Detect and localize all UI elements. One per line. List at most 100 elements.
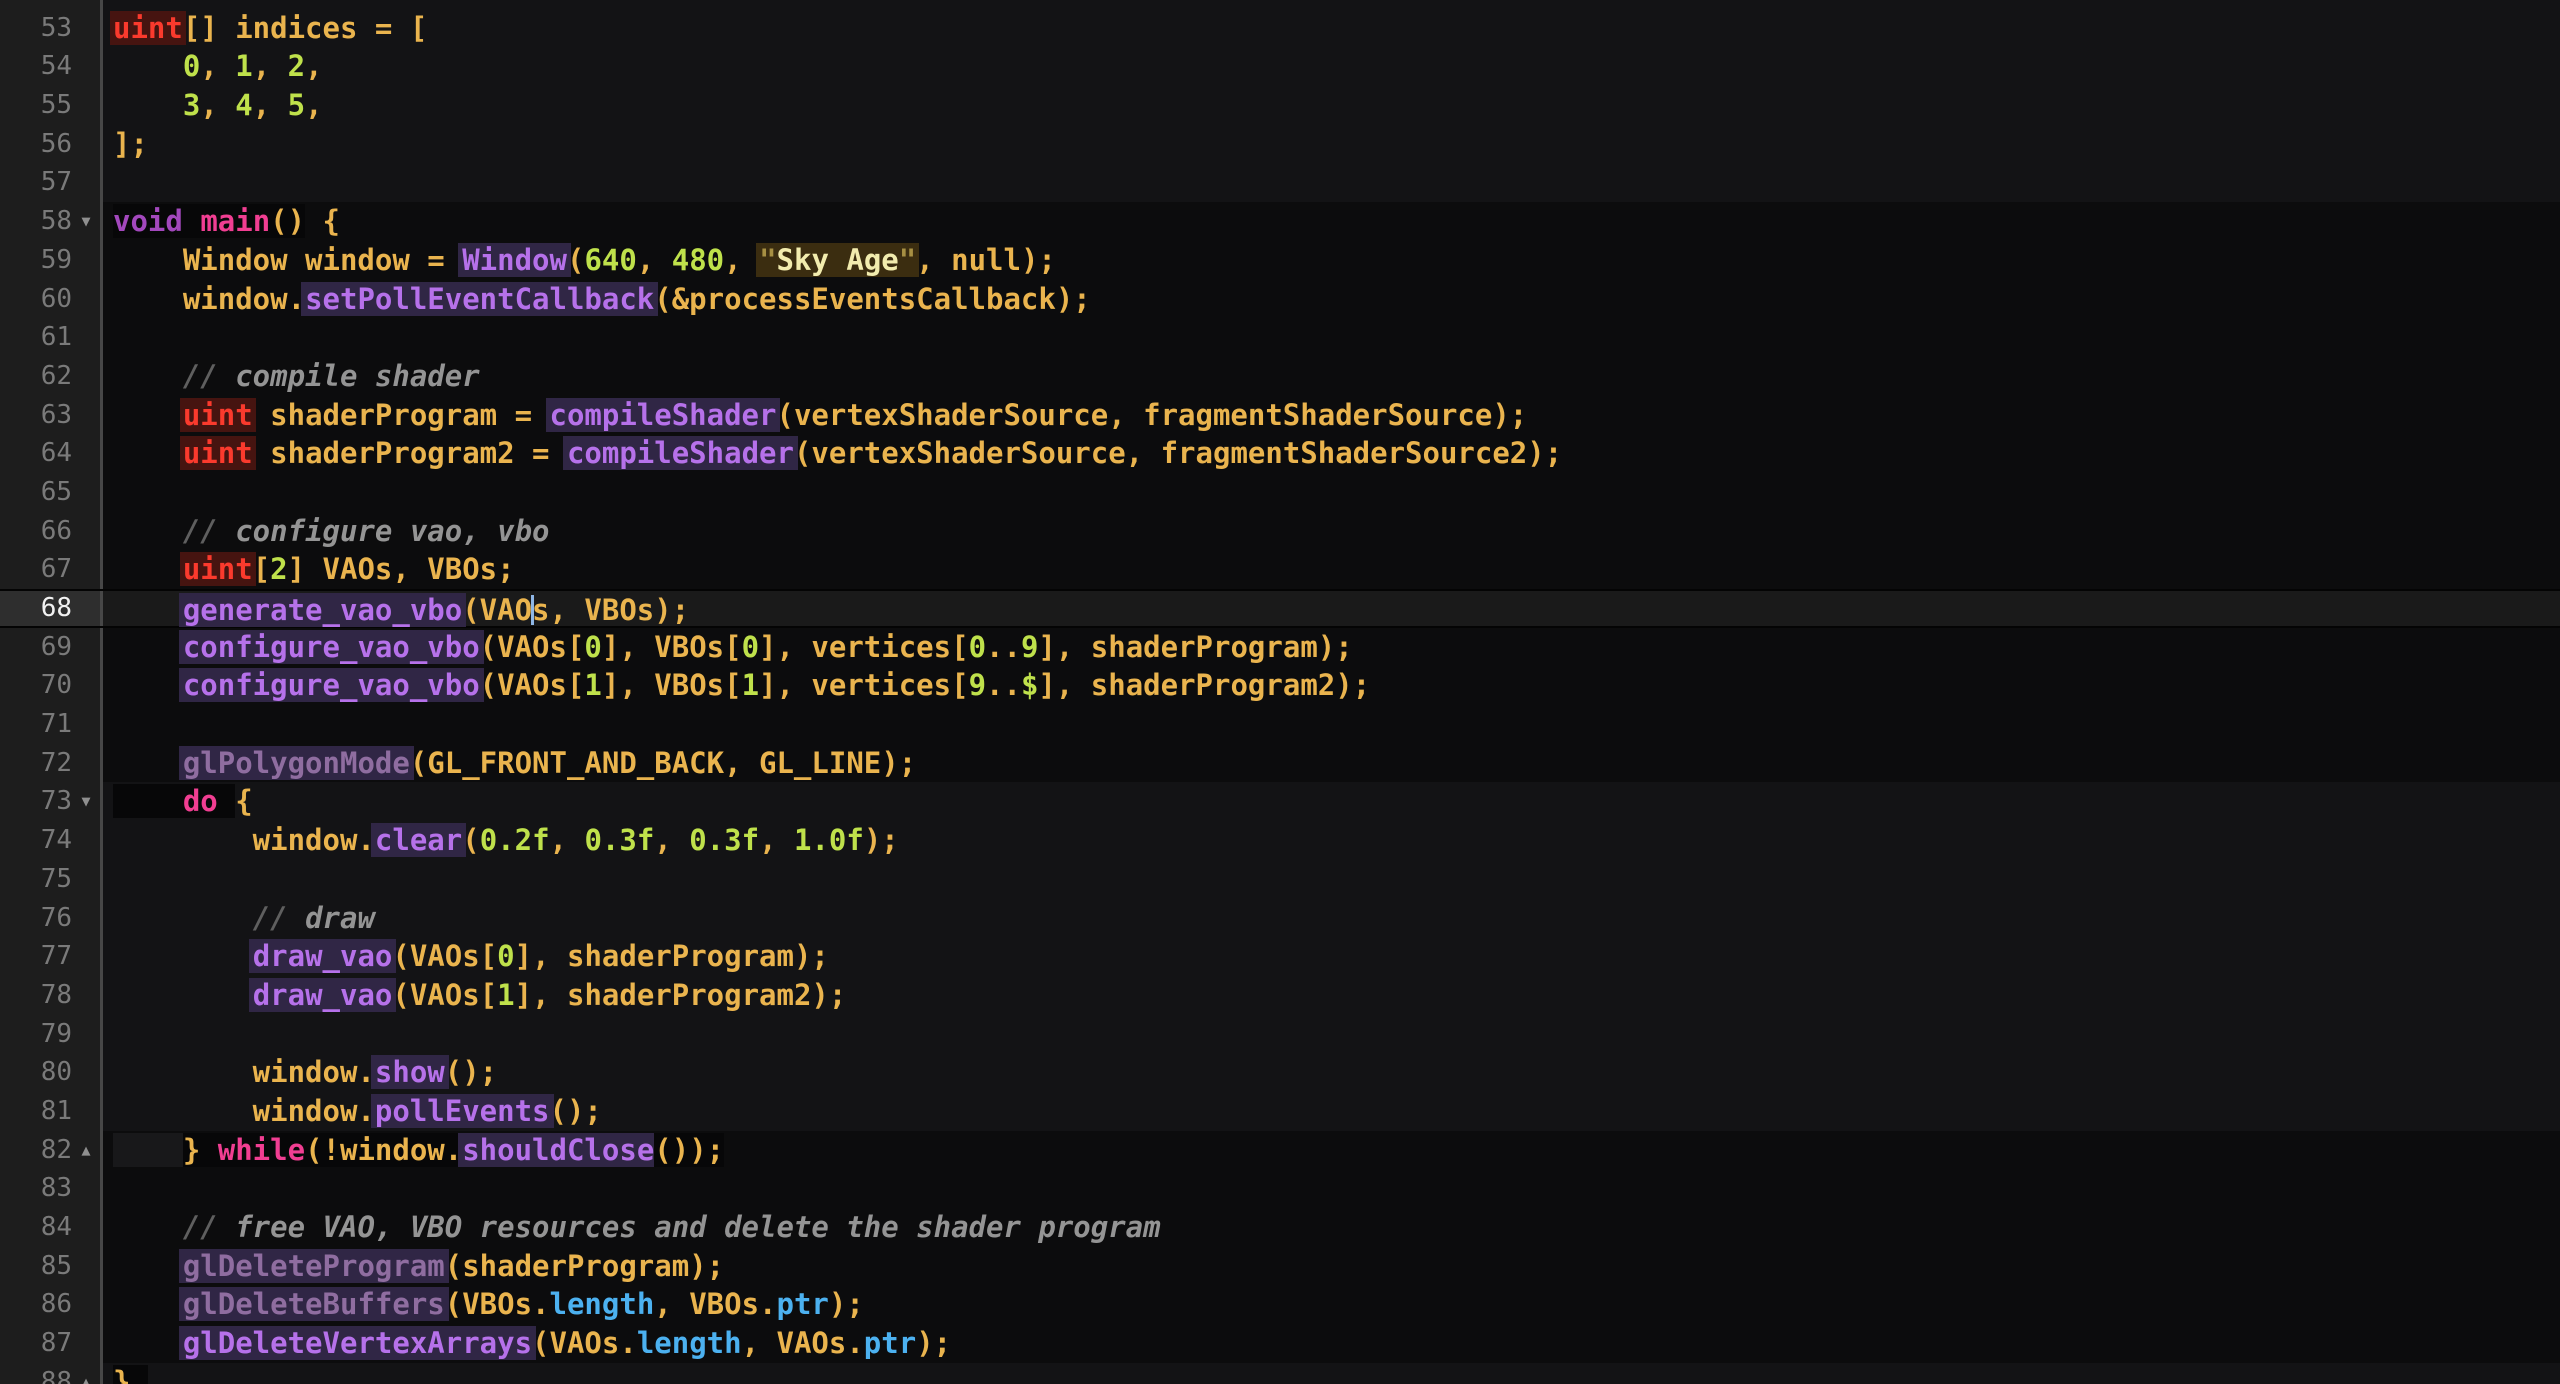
code-text[interactable]	[103, 705, 2560, 744]
line-number[interactable]: 83	[0, 1169, 72, 1208]
line-number[interactable]: 88	[0, 1363, 72, 1384]
line-number[interactable]: 73	[0, 782, 72, 821]
code-text[interactable]: configure_vao_vbo(VAOs[1], VBOs[1], vert…	[103, 666, 2560, 705]
code-text[interactable]: } while(!window.shouldClose());	[103, 1131, 2560, 1170]
code-text[interactable]	[103, 163, 2560, 202]
code-text[interactable]: // draw	[103, 899, 2560, 938]
line-number[interactable]: 59	[0, 241, 72, 280]
line-number[interactable]: 75	[0, 860, 72, 899]
token: ..	[986, 668, 1021, 702]
line-number[interactable]: 64	[0, 434, 72, 473]
code-text[interactable]: generate_vao_vbo(VAOs, VBOs);	[103, 591, 2560, 626]
token: , VAOs.	[742, 1326, 864, 1360]
code-text[interactable]: draw_vao(VAOs[1], shaderProgram2);	[103, 976, 2560, 1015]
token	[113, 784, 183, 818]
line-number[interactable]: 84	[0, 1208, 72, 1247]
token: window.	[113, 1055, 375, 1089]
code-line-row: 53 uint[] indices = [	[0, 9, 2560, 48]
line-number[interactable]: 56	[0, 125, 72, 164]
token: 2	[270, 552, 287, 586]
code-text[interactable]: uint shaderProgram2 = compileShader(vert…	[103, 434, 2560, 473]
code-line-row: 60 window.setPollEventCallback(&processE…	[0, 280, 2560, 319]
token: {	[235, 784, 252, 818]
code-text[interactable]: // free VAO, VBO resources and delete th…	[103, 1208, 2560, 1247]
line-number[interactable]: 68	[0, 589, 72, 628]
code-text[interactable]: uint[2] VAOs, VBOs;	[103, 550, 2560, 589]
line-number[interactable]: 62	[0, 357, 72, 396]
line-number[interactable]: 53	[0, 9, 72, 48]
line-number[interactable]: 86	[0, 1285, 72, 1324]
line-number[interactable]: 81	[0, 1092, 72, 1131]
code-text[interactable]	[103, 473, 2560, 512]
code-text[interactable]: // configure vao, vbo	[103, 512, 2560, 551]
token: ,	[253, 88, 288, 122]
token: //	[253, 901, 288, 935]
line-number[interactable]: 82	[0, 1131, 72, 1170]
line-number[interactable]: 66	[0, 512, 72, 551]
code-text[interactable]: do {	[103, 782, 2560, 821]
fold-expanded-icon[interactable]: ▼	[72, 202, 100, 241]
code-text[interactable]: uint[] indices = [	[103, 9, 2560, 48]
code-text[interactable]: window.show();	[103, 1053, 2560, 1092]
line-number[interactable]: 87	[0, 1324, 72, 1363]
code-text[interactable]: 3, 4, 5,	[103, 86, 2560, 125]
line-number[interactable]: 65	[0, 473, 72, 512]
code-text[interactable]: uint shaderProgram = compileShader(verte…	[103, 396, 2560, 435]
token: ,	[200, 49, 235, 83]
code-text[interactable]	[103, 0, 2560, 9]
code-text[interactable]: window.setPollEventCallback(&processEven…	[103, 280, 2560, 319]
code-text[interactable]: glDeleteVertexArrays(VAOs.length, VAOs.p…	[103, 1324, 2560, 1363]
line-number[interactable]: 61	[0, 318, 72, 357]
line-number[interactable]: 77	[0, 937, 72, 976]
code-text[interactable]: glPolygonMode(GL_FRONT_AND_BACK, GL_LINE…	[103, 744, 2560, 783]
token: 480	[672, 243, 724, 277]
code-text[interactable]	[103, 1015, 2560, 1054]
line-number[interactable]: 60	[0, 280, 72, 319]
line-number[interactable]: 57	[0, 163, 72, 202]
line-number[interactable]: 74	[0, 821, 72, 860]
code-line-row: 71	[0, 705, 2560, 744]
line-number[interactable]: 63	[0, 396, 72, 435]
line-number[interactable]: 85	[0, 1247, 72, 1286]
line-number[interactable]: 78	[0, 976, 72, 1015]
line-number[interactable]: 76	[0, 899, 72, 938]
fold-expanded-icon[interactable]: ▼	[72, 782, 100, 821]
fold-end-icon[interactable]: ▲	[72, 1363, 100, 1384]
code-text[interactable]: 0, 1, 2,	[103, 47, 2560, 86]
token: (shaderProgram);	[445, 1249, 724, 1283]
fold-end-icon[interactable]: ▲	[72, 1131, 100, 1170]
line-number[interactable]: 55	[0, 86, 72, 125]
line-number[interactable]: 54	[0, 47, 72, 86]
line-number[interactable]: 72	[0, 744, 72, 783]
code-text[interactable]: glDeleteProgram(shaderProgram);	[103, 1247, 2560, 1286]
code-text[interactable]: Window window = Window(640, 480, "Sky Ag…	[103, 241, 2560, 280]
code-line-row: 59 Window window = Window(640, 480, "Sky…	[0, 241, 2560, 280]
code-text[interactable]: // compile shader	[103, 357, 2560, 396]
token: 1	[497, 978, 514, 1012]
line-number[interactable]: 80	[0, 1053, 72, 1092]
gutter: 88▲	[0, 1363, 103, 1384]
gutter: 60	[0, 280, 103, 319]
code-text[interactable]: glDeleteBuffers(VBOs.length, VBOs.ptr);	[103, 1285, 2560, 1324]
code-text[interactable]: draw_vao(VAOs[0], shaderProgram);	[103, 937, 2560, 976]
token: uint	[110, 11, 186, 45]
code-text[interactable]: ];	[103, 125, 2560, 164]
line-number[interactable]: 52	[0, 0, 72, 9]
code-text[interactable]	[103, 318, 2560, 357]
line-number[interactable]: 71	[0, 705, 72, 744]
line-number[interactable]: 79	[0, 1015, 72, 1054]
line-number[interactable]: 70	[0, 666, 72, 705]
code-text[interactable]: void main() {	[103, 202, 2560, 241]
code-text[interactable]: window.pollEvents();	[103, 1092, 2560, 1131]
code-text[interactable]: }	[103, 1363, 2560, 1384]
gutter: 84	[0, 1208, 103, 1247]
line-number[interactable]: 67	[0, 550, 72, 589]
token-group: } while(!window.	[183, 1133, 462, 1167]
line-number[interactable]: 58	[0, 202, 72, 241]
line-number[interactable]: 69	[0, 628, 72, 667]
code-text[interactable]	[103, 1169, 2560, 1208]
code-text[interactable]	[103, 860, 2560, 899]
token: shaderProgram2 =	[253, 436, 567, 470]
code-text[interactable]: window.clear(0.2f, 0.3f, 0.3f, 1.0f);	[103, 821, 2560, 860]
code-text[interactable]: configure_vao_vbo(VAOs[0], VBOs[0], vert…	[103, 628, 2560, 667]
